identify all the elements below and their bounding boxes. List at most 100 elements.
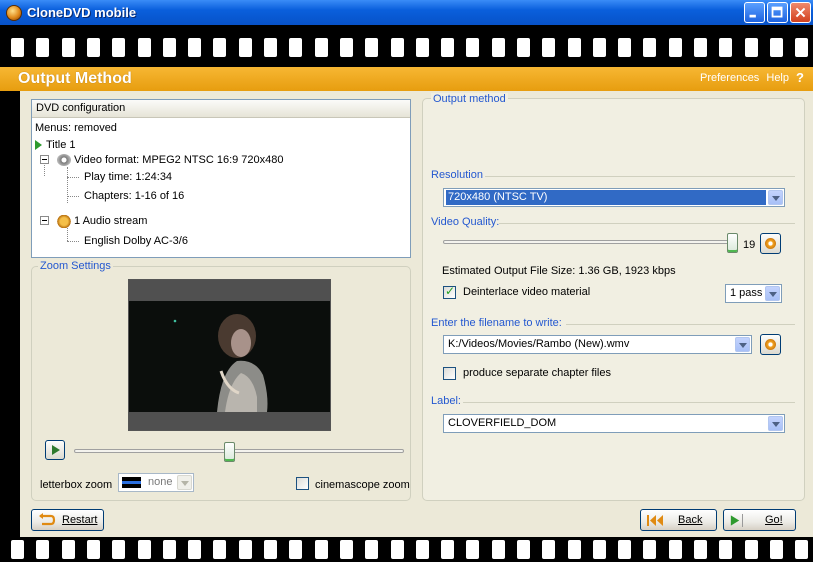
chevron-down-icon[interactable] (768, 416, 783, 431)
restart-icon (39, 513, 56, 526)
main-content: DVD configuration Menus: removed Title 1… (20, 91, 813, 537)
play-icon (730, 514, 743, 527)
label-input[interactable]: CLOVERFIELD_DOM (443, 414, 785, 433)
seek-slider-track[interactable] (74, 449, 404, 453)
letterbox-zoom-select[interactable]: none (118, 473, 194, 492)
deinterlace-checkbox[interactable] (443, 284, 456, 299)
film-sprocket-hole (163, 540, 176, 559)
film-sprocket-hole (264, 38, 277, 57)
zoom-settings-group: Zoom Settings letterbox zoom none cinema… (31, 260, 411, 501)
chevron-down-icon[interactable] (765, 286, 780, 301)
dvd-configuration-tree[interactable]: DVD configuration Menus: removed Title 1… (31, 99, 411, 258)
pass-select[interactable]: 1 pass (725, 284, 782, 303)
film-sprocket-hole (340, 540, 353, 559)
separate-chapters-checkbox[interactable] (443, 367, 456, 380)
tree-item-title-label: Title 1 (46, 139, 76, 151)
minimize-button[interactable] (744, 2, 765, 23)
film-sprocket-hole (36, 540, 49, 559)
browse-file-button[interactable] (760, 334, 781, 355)
separate-chapters-label: produce separate chapter files (463, 367, 611, 379)
help-icon[interactable]: ? (796, 70, 804, 85)
divider (485, 176, 795, 177)
film-sprocket-hole (593, 540, 606, 559)
audio-icon (57, 214, 71, 228)
seek-slider-thumb[interactable] (224, 442, 235, 462)
rewind-icon (647, 515, 663, 526)
restart-button[interactable]: Restart (31, 509, 104, 531)
film-sprocket-hole (36, 38, 49, 57)
tree-item-chapters[interactable]: Chapters: 1-16 of 16 (84, 188, 184, 204)
audio-streams-label: 1 Audio stream (74, 215, 148, 227)
film-sprocket-hole (745, 38, 758, 57)
letterbox-zoom-label: letterbox zoom (40, 479, 113, 491)
film-sprocket-hole (669, 38, 682, 57)
film-sprocket-hole (745, 540, 758, 559)
help-link[interactable]: Help (766, 72, 789, 84)
maximize-button[interactable] (767, 2, 788, 23)
film-sprocket-hole (340, 38, 353, 57)
filename-input[interactable]: K:/Videos/Movies/Rambo (New).wmv (443, 335, 752, 354)
film-sprocket-hole (669, 540, 682, 559)
app-icon (6, 4, 22, 21)
window-title: CloneDVD mobile (27, 5, 137, 20)
tree-item-audio[interactable]: 1 Audio stream (57, 213, 147, 229)
film-sprocket-hole (542, 540, 555, 559)
film-sprocket-hole (264, 540, 277, 559)
preferences-link[interactable]: Preferences (700, 72, 759, 84)
tree-item-menus[interactable]: Menus: removed (35, 120, 117, 136)
back-button[interactable]: Back (640, 509, 717, 531)
estimated-size-text: Estimated Output File Size: 1.36 GB, 192… (442, 265, 676, 277)
video-preview (128, 279, 331, 431)
quality-reset-button[interactable] (760, 233, 781, 254)
tree-item-play-time[interactable]: Play time: 1:24:34 (84, 169, 172, 185)
divider (499, 223, 795, 224)
tree-item-audio-language[interactable]: English Dolby AC-3/6 (84, 233, 188, 249)
quality-slider-thumb[interactable] (727, 233, 738, 253)
film-sprocket-hole (466, 540, 479, 559)
film-sprocket-hole (618, 540, 631, 559)
tree-connector (67, 167, 68, 203)
go-button[interactable]: Go! (723, 509, 796, 531)
chevron-down-icon[interactable] (177, 475, 192, 490)
film-sprocket-hole (694, 540, 707, 559)
resolution-select[interactable]: 720x480 (NTSC TV) (443, 188, 785, 207)
close-button[interactable] (790, 2, 811, 23)
back-label: Back (678, 514, 703, 526)
film-sprocket-hole (517, 38, 530, 57)
collapse-icon[interactable] (40, 155, 49, 164)
title-bar[interactable]: CloneDVD mobile (0, 0, 813, 25)
film-sprocket-hole (87, 38, 100, 57)
film-sprocket-hole (770, 38, 783, 57)
film-sprocket-hole (441, 38, 454, 57)
film-sprocket-hole (213, 540, 226, 559)
film-sprocket-hole (770, 540, 783, 559)
film-sprocket-hole (492, 540, 505, 559)
film-sprocket-hole (87, 540, 100, 559)
film-sprocket-hole (568, 540, 581, 559)
resolution-label: Resolution (431, 169, 483, 181)
film-sprocket-hole (719, 38, 732, 57)
letterbox-swatch-icon (122, 477, 141, 488)
quality-slider-track[interactable] (443, 240, 733, 244)
tree-item-video-format[interactable]: Video format: MPEG2 NTSC 16:9 720x480 (57, 152, 284, 168)
film-sprocket-hole (188, 38, 201, 57)
film-sprocket-hole (492, 38, 505, 57)
film-sprocket-hole (694, 38, 707, 57)
collapse-icon[interactable] (40, 216, 49, 225)
film-sprocket-hole (239, 540, 252, 559)
chevron-down-icon[interactable] (735, 337, 750, 352)
letterbox-zoom-value: none (148, 476, 173, 488)
tree-item-title[interactable]: Title 1 (35, 137, 76, 153)
preview-play-button[interactable] (45, 440, 65, 460)
cinemascope-zoom-checkbox[interactable] (296, 477, 309, 490)
film-sprocket-hole (391, 38, 404, 57)
film-sprocket-hole (138, 38, 151, 57)
preview-frame-image (129, 301, 330, 412)
output-method-panel: Output method Resolution 720x480 (NTSC T… (422, 93, 805, 501)
film-sprocket-hole (138, 540, 151, 559)
page-header: Output Method Preferences Help ? (0, 67, 813, 91)
film-sprocket-hole (289, 540, 302, 559)
window-controls (744, 2, 811, 23)
tree-connector (67, 177, 79, 178)
chevron-down-icon[interactable] (768, 190, 783, 205)
